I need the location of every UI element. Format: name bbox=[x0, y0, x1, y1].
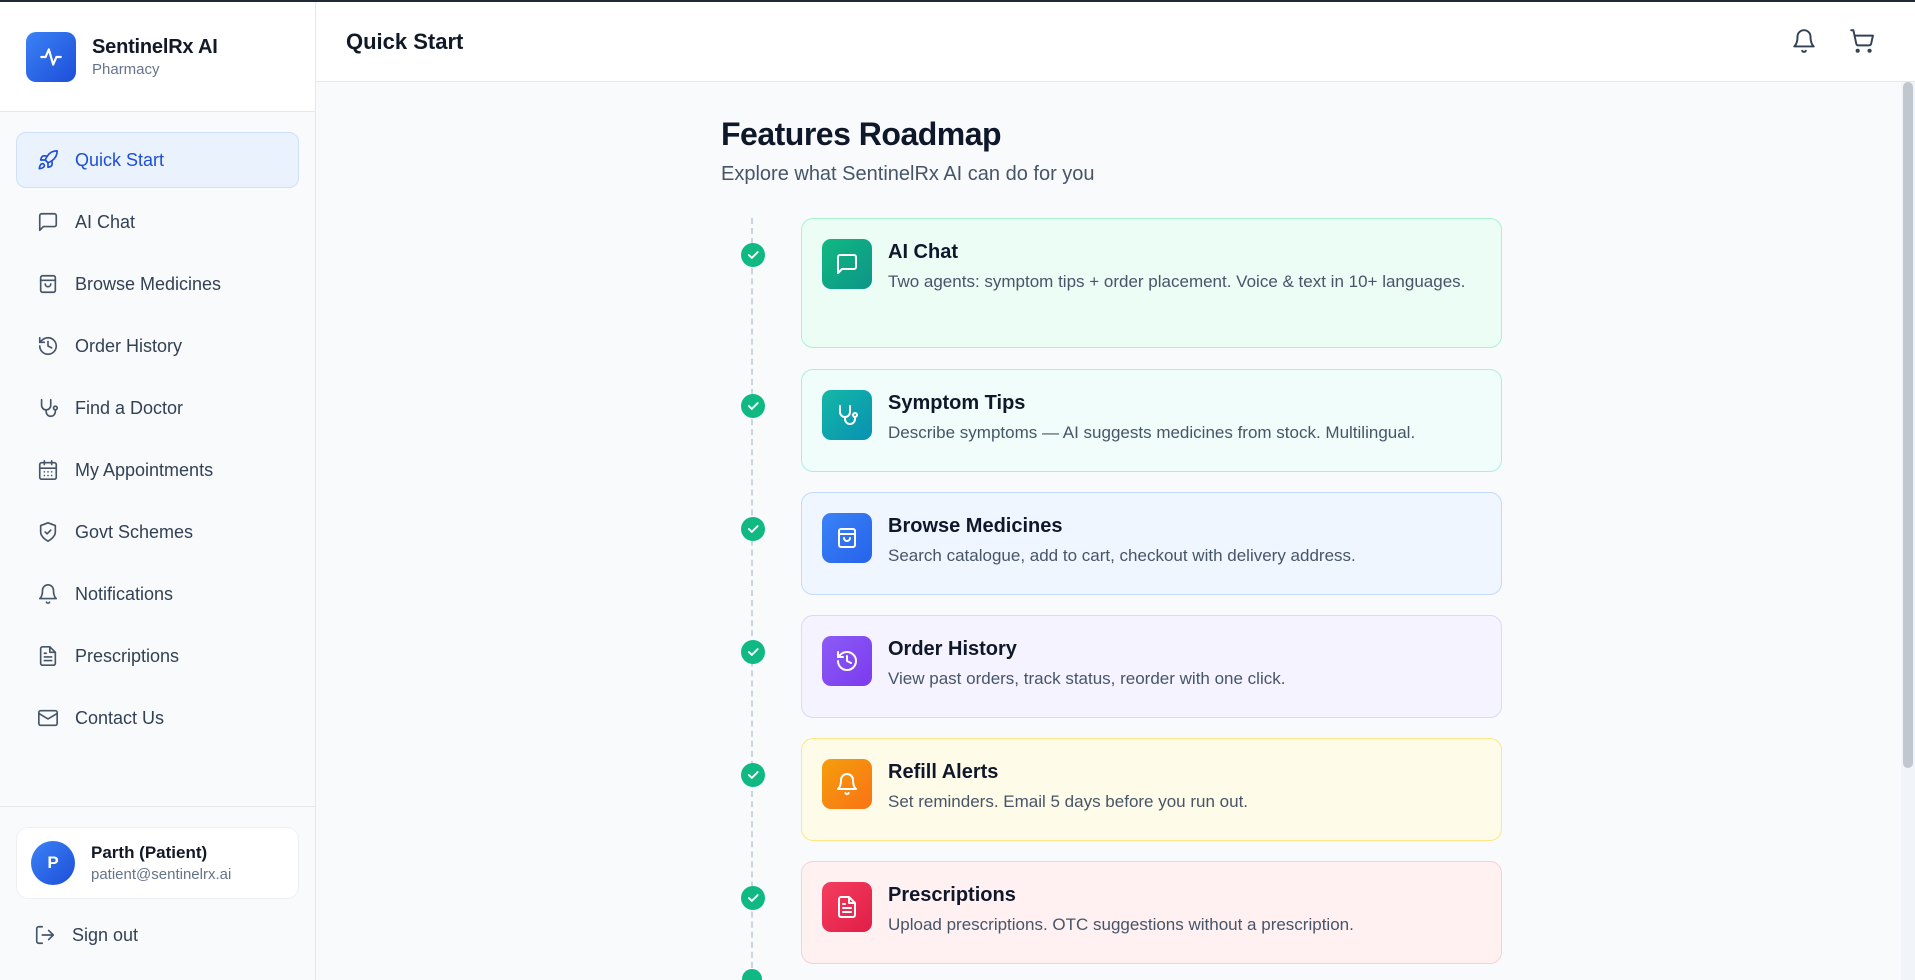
bell-icon bbox=[1793, 29, 1815, 53]
sidebar-item-label: Find a Doctor bbox=[75, 397, 184, 418]
feature-card-refill-alerts[interactable]: Refill Alerts Set reminders. Email 5 day… bbox=[801, 738, 1502, 841]
check-icon bbox=[741, 640, 765, 664]
feature-title: Refill Alerts bbox=[888, 761, 999, 783]
bell-icon bbox=[37, 583, 59, 605]
feature-description: Search catalogue, add to cart, checkout … bbox=[888, 546, 1356, 565]
feature-title: AI Chat bbox=[888, 241, 958, 263]
activity-pulse-icon bbox=[26, 31, 76, 82]
feature-card-order-history[interactable]: Order History View past orders, track st… bbox=[801, 615, 1502, 718]
shopping-bag-icon bbox=[37, 273, 59, 295]
file-text-icon bbox=[37, 645, 59, 667]
sidebar-item-label: Prescriptions bbox=[75, 645, 180, 666]
sidebar-item-browse-medicines[interactable]: Browse Medicines bbox=[16, 256, 299, 312]
sidebar-item-find-a-doctor[interactable]: Find a Doctor bbox=[16, 380, 299, 436]
sidebar-item-contact-us[interactable]: Contact Us bbox=[16, 690, 299, 746]
sidebar-item-label: Quick Start bbox=[75, 149, 165, 170]
sign-out-label: Sign out bbox=[72, 924, 139, 945]
brand-subtitle: Pharmacy bbox=[92, 60, 160, 78]
feature-text: Prescriptions Upload prescriptions. OTC … bbox=[888, 882, 1354, 939]
feature-title: Browse Medicines bbox=[888, 515, 1063, 537]
feature-description: Describe symptoms — AI suggests medicine… bbox=[888, 423, 1416, 442]
shopping-bag-icon bbox=[822, 513, 872, 563]
sidebar-footer: P Parth (Patient) patient@sentinelrx.ai … bbox=[0, 806, 315, 980]
file-text-icon bbox=[822, 882, 872, 932]
cart-button[interactable] bbox=[1849, 28, 1875, 54]
sidebar-item-ai-chat[interactable]: AI Chat bbox=[16, 194, 299, 250]
bell-icon bbox=[822, 759, 872, 809]
sidebar-item-prescriptions[interactable]: Prescriptions bbox=[16, 628, 299, 684]
feature-text: Symptom Tips Describe symptoms — AI sugg… bbox=[888, 390, 1415, 447]
sidebar-item-quick-start[interactable]: Quick Start bbox=[16, 132, 299, 188]
sidebar-item-label: Notifications bbox=[75, 583, 174, 604]
sidebar-item-label: Govt Schemes bbox=[75, 521, 194, 542]
check-icon bbox=[741, 763, 765, 787]
feature-title: Symptom Tips bbox=[888, 392, 1026, 414]
brand-text: SentinelRx AI Pharmacy bbox=[92, 36, 218, 78]
sidebar-item-notifications[interactable]: Notifications bbox=[16, 566, 299, 622]
scrollbar-thumb[interactable] bbox=[1903, 82, 1913, 768]
sidebar-item-govt-schemes[interactable]: Govt Schemes bbox=[16, 504, 299, 560]
roadmap-title: Features Roadmap bbox=[721, 116, 1002, 152]
feature-text: AI Chat Two agents: symptom tips + order… bbox=[888, 239, 1465, 296]
sidebar-item-label: Browse Medicines bbox=[75, 273, 222, 294]
user-email: patient@sentinelrx.ai bbox=[91, 866, 232, 883]
sidebar-item-label: Contact Us bbox=[75, 707, 165, 728]
app-root: SentinelRx AI Pharmacy Quick Start AI Ch… bbox=[0, 2, 1915, 980]
sidebar-item-my-appointments[interactable]: My Appointments bbox=[16, 442, 299, 498]
feature-text: Browse Medicines Search catalogue, add t… bbox=[888, 513, 1356, 570]
feature-title: Order History bbox=[888, 638, 1017, 660]
page-title: Quick Start bbox=[346, 28, 464, 54]
calendar-icon bbox=[37, 459, 59, 481]
topbar-actions bbox=[1791, 28, 1875, 54]
topbar: Quick Start bbox=[316, 2, 1915, 82]
roadmap-header: Features Roadmap Explore what SentinelRx… bbox=[721, 116, 1501, 186]
check-icon bbox=[741, 243, 765, 267]
scrollbar-track[interactable] bbox=[1901, 82, 1915, 980]
brand-title: SentinelRx AI bbox=[92, 35, 218, 58]
mail-icon bbox=[37, 707, 59, 729]
feature-description: Two agents: symptom tips + order placeme… bbox=[888, 272, 1466, 291]
notifications-button[interactable] bbox=[1791, 28, 1817, 54]
history-icon bbox=[37, 335, 59, 357]
feature-text: Refill Alerts Set reminders. Email 5 day… bbox=[888, 759, 1248, 816]
content-area: Features Roadmap Explore what SentinelRx… bbox=[316, 82, 1915, 980]
avatar: P bbox=[31, 841, 75, 885]
log-out-icon bbox=[35, 925, 55, 945]
stethoscope-icon bbox=[822, 390, 872, 440]
feature-text: Order History View past orders, track st… bbox=[888, 636, 1285, 693]
timeline-node bbox=[742, 969, 762, 980]
feature-card-ai-chat[interactable]: AI Chat Two agents: symptom tips + order… bbox=[801, 218, 1502, 348]
timeline-line bbox=[751, 218, 753, 978]
user-name: Parth (Patient) bbox=[91, 843, 208, 862]
feature-description: Upload prescriptions. OTC suggestions wi… bbox=[888, 915, 1354, 934]
feature-description: Set reminders. Email 5 days before you r… bbox=[888, 792, 1249, 811]
user-info: Parth (Patient) patient@sentinelrx.ai bbox=[91, 843, 231, 883]
rocket-icon bbox=[37, 149, 59, 171]
shield-check-icon bbox=[37, 521, 59, 543]
check-icon bbox=[741, 886, 765, 910]
sidebar-item-label: Order History bbox=[75, 335, 183, 356]
sign-out-button[interactable]: Sign out bbox=[16, 907, 299, 963]
sidebar: SentinelRx AI Pharmacy Quick Start AI Ch… bbox=[0, 2, 316, 980]
feature-card-browse-medicines[interactable]: Browse Medicines Search catalogue, add t… bbox=[801, 492, 1502, 595]
sidebar-item-label: My Appointments bbox=[75, 459, 214, 480]
shopping-cart-icon bbox=[1850, 29, 1874, 53]
feature-description: View past orders, track status, reorder … bbox=[888, 669, 1286, 688]
user-card[interactable]: P Parth (Patient) patient@sentinelrx.ai bbox=[16, 827, 299, 899]
chat-icon bbox=[37, 211, 59, 233]
sidebar-item-label: AI Chat bbox=[75, 211, 136, 232]
chat-icon bbox=[822, 239, 872, 289]
history-icon bbox=[822, 636, 872, 686]
main: Quick Start Features Roadmap Explore wha… bbox=[316, 2, 1915, 980]
sidebar-item-order-history[interactable]: Order History bbox=[16, 318, 299, 374]
feature-title: Prescriptions bbox=[888, 884, 1016, 906]
check-icon bbox=[741, 394, 765, 418]
check-icon bbox=[741, 517, 765, 541]
stethoscope-icon bbox=[37, 397, 59, 419]
brand[interactable]: SentinelRx AI Pharmacy bbox=[0, 2, 315, 112]
feature-card-prescriptions[interactable]: Prescriptions Upload prescriptions. OTC … bbox=[801, 861, 1502, 964]
feature-card-symptom-tips[interactable]: Symptom Tips Describe symptoms — AI sugg… bbox=[801, 369, 1502, 472]
roadmap-subtitle: Explore what SentinelRx AI can do for yo… bbox=[721, 163, 1095, 185]
